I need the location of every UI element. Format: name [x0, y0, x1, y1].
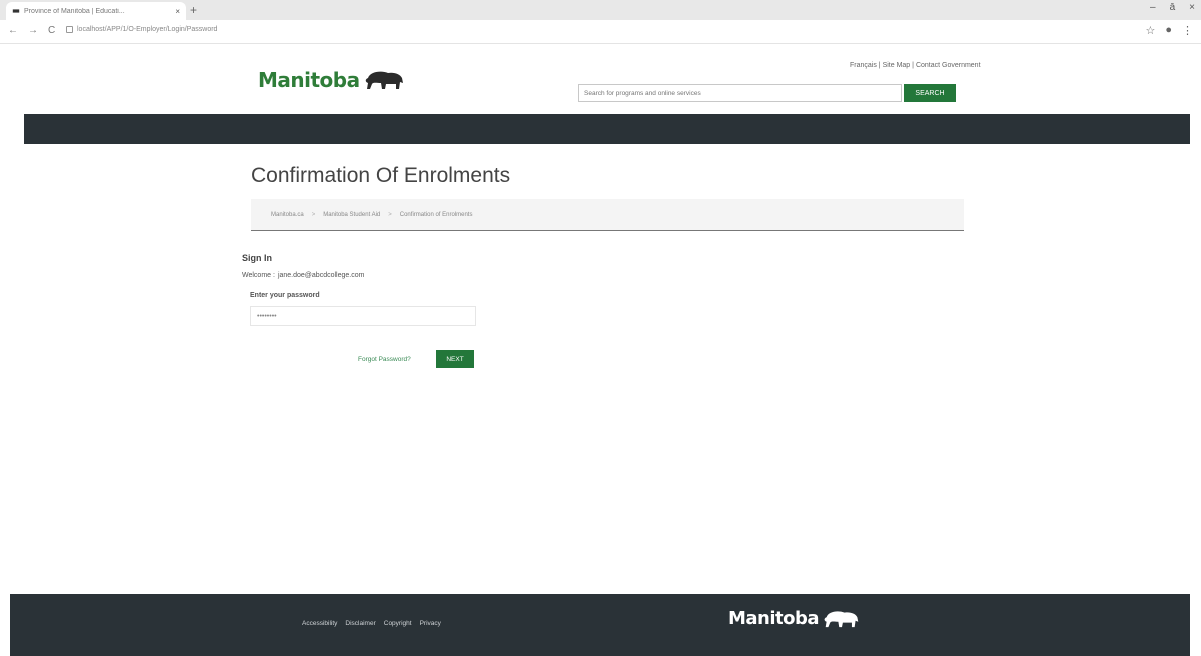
browser-address-bar: ← → C localhost/APP/1/O-Employer/Login/P…	[0, 20, 1201, 44]
footer: Accessibility Disclaimer Copyright Priva…	[10, 594, 1190, 656]
logo-text: Manitoba	[258, 68, 360, 92]
browser-nav: ← → C	[8, 25, 55, 36]
bison-icon	[824, 610, 859, 627]
user-email: jane.doe@abcdcollege.com	[277, 272, 365, 279]
main-nav-band	[24, 114, 1190, 144]
menu-dots-icon[interactable]: ⋮	[1182, 24, 1193, 37]
tab-title: Province of Manitoba | Educati...	[24, 7, 125, 15]
breadcrumb-separator: >	[311, 211, 316, 218]
bison-icon	[365, 71, 403, 89]
new-tab-icon[interactable]: +	[190, 3, 197, 17]
breadcrumb-item-manitoba[interactable]: Manitoba.ca	[271, 212, 304, 218]
url-text: localhost/APP/1/O-Employer/Login/Passwor…	[77, 26, 218, 33]
welcome-line: Welcome : jane.doe@abcdcollege.com	[242, 272, 364, 279]
page-title: Confirmation Of Enrolments	[251, 164, 511, 187]
forgot-password-link[interactable]: Forgot Password?	[358, 356, 411, 363]
footer-manitoba-logo[interactable]: Manitoba	[728, 608, 861, 629]
footer-links: Accessibility Disclaimer Copyright Priva…	[302, 620, 441, 627]
next-button[interactable]: NEXT	[436, 350, 474, 368]
profile-icon[interactable]: ●	[1165, 24, 1172, 37]
tab-close-icon[interactable]: ×	[175, 7, 180, 16]
reload-icon[interactable]: C	[48, 25, 55, 36]
breadcrumb-separator: >	[388, 211, 392, 218]
footer-link-privacy[interactable]: Privacy	[420, 620, 441, 627]
site-map-link[interactable]: Site Map	[883, 62, 911, 69]
signin-heading: Sign In	[242, 253, 272, 263]
back-icon[interactable]: ←	[8, 25, 18, 36]
francais-link[interactable]: Français	[850, 62, 877, 69]
search-input[interactable]	[578, 84, 902, 102]
footer-link-disclaimer[interactable]: Disclaimer	[345, 620, 375, 627]
password-field[interactable]	[250, 306, 476, 326]
separator: |	[878, 62, 881, 69]
restore-icon[interactable]: ā	[1170, 2, 1176, 13]
manitoba-logo[interactable]: Manitoba	[258, 68, 406, 92]
breadcrumb: Manitoba.ca > Manitoba Student Aid > Con…	[251, 199, 964, 231]
url-field[interactable]: localhost/APP/1/O-Employer/Login/Passwor…	[66, 26, 217, 33]
footer-logo-text: Manitoba	[728, 608, 820, 629]
search-button[interactable]: SEARCH	[904, 84, 956, 102]
bison-favicon-icon	[12, 9, 20, 13]
breadcrumb-item-current: Confirmation of Enrolments	[399, 211, 473, 218]
browser-tab-bar: Province of Manitoba | Educati... × + – …	[0, 0, 1201, 20]
window-controls: – ā ×	[1150, 2, 1195, 13]
footer-link-accessibility[interactable]: Accessibility	[302, 620, 337, 627]
bookmark-star-icon[interactable]: ☆	[1145, 24, 1155, 37]
password-label: Enter your password	[250, 292, 320, 299]
close-window-icon[interactable]: ×	[1189, 2, 1195, 13]
footer-link-copyright[interactable]: Copyright	[384, 620, 412, 627]
welcome-label: Welcome :	[242, 272, 275, 279]
contact-government-link[interactable]: Contact Government	[916, 62, 981, 69]
forward-icon[interactable]: →	[28, 25, 38, 36]
browser-actions: ☆ ● ⋮	[1145, 24, 1193, 37]
site-search: SEARCH	[578, 84, 956, 102]
breadcrumb-item-student-aid[interactable]: Manitoba Student Aid	[323, 212, 380, 218]
separator: |	[912, 62, 914, 69]
minimize-icon[interactable]: –	[1150, 2, 1156, 13]
browser-tab[interactable]: Province of Manitoba | Educati... ×	[6, 2, 186, 20]
info-icon[interactable]	[66, 26, 73, 33]
header-utility-links: Français | Site Map | Contact Government	[850, 62, 981, 69]
